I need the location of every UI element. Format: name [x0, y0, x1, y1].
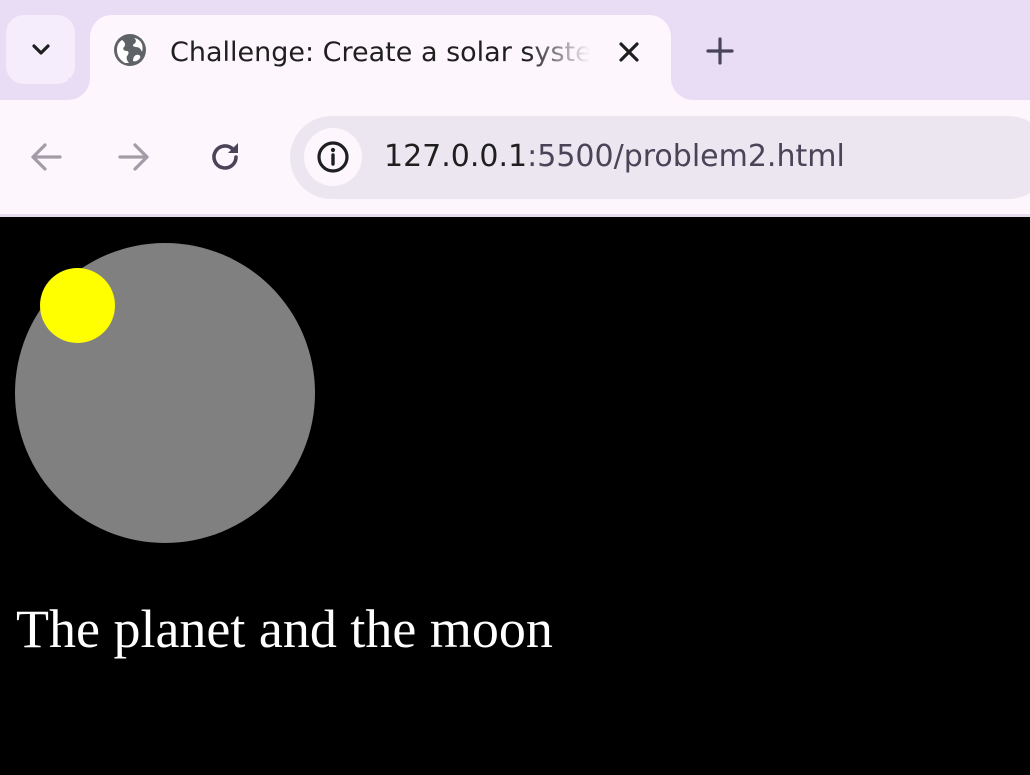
- url-path: :5500/problem2.html: [527, 139, 845, 174]
- site-info-button[interactable]: [304, 128, 362, 186]
- globe-icon: [114, 34, 146, 66]
- url-host: 127.0.0.1: [384, 139, 528, 174]
- plus-icon: [706, 37, 734, 65]
- new-tab-button[interactable]: [699, 30, 741, 72]
- tab-strip: Challenge: Create a solar system: [0, 0, 1030, 100]
- url-text[interactable]: 127.0.0.1:5500/problem2.html: [384, 136, 845, 178]
- reload-icon: [212, 143, 238, 170]
- moon: [40, 268, 115, 343]
- browser-window: Challenge: Create a solar system 127.0.0…: [0, 0, 1030, 775]
- tab-corner: [68, 78, 90, 100]
- chevron-down-icon: [31, 43, 50, 55]
- arrow-right-icon: [118, 143, 149, 171]
- planet: [15, 243, 315, 543]
- arrow-left-icon: [31, 143, 62, 171]
- tab-title: Challenge: Create a solar system: [170, 37, 590, 68]
- back-button[interactable]: [24, 135, 68, 179]
- forward-button[interactable]: [112, 135, 156, 179]
- tab-active[interactable]: Challenge: Create a solar system: [68, 15, 693, 100]
- close-icon: [619, 42, 639, 62]
- tab-close-button[interactable]: [612, 35, 646, 69]
- info-icon: [317, 141, 349, 173]
- address-bar[interactable]: 127.0.0.1:5500/problem2.html: [290, 116, 1030, 199]
- toolbar: 127.0.0.1:5500/problem2.html: [0, 100, 1030, 214]
- tab-corner: [671, 78, 693, 100]
- page-content: The planet and the moon: [0, 217, 1030, 775]
- reload-button[interactable]: [203, 135, 247, 179]
- tab-search-button[interactable]: [6, 15, 75, 84]
- page-caption: The planet and the moon: [16, 599, 553, 659]
